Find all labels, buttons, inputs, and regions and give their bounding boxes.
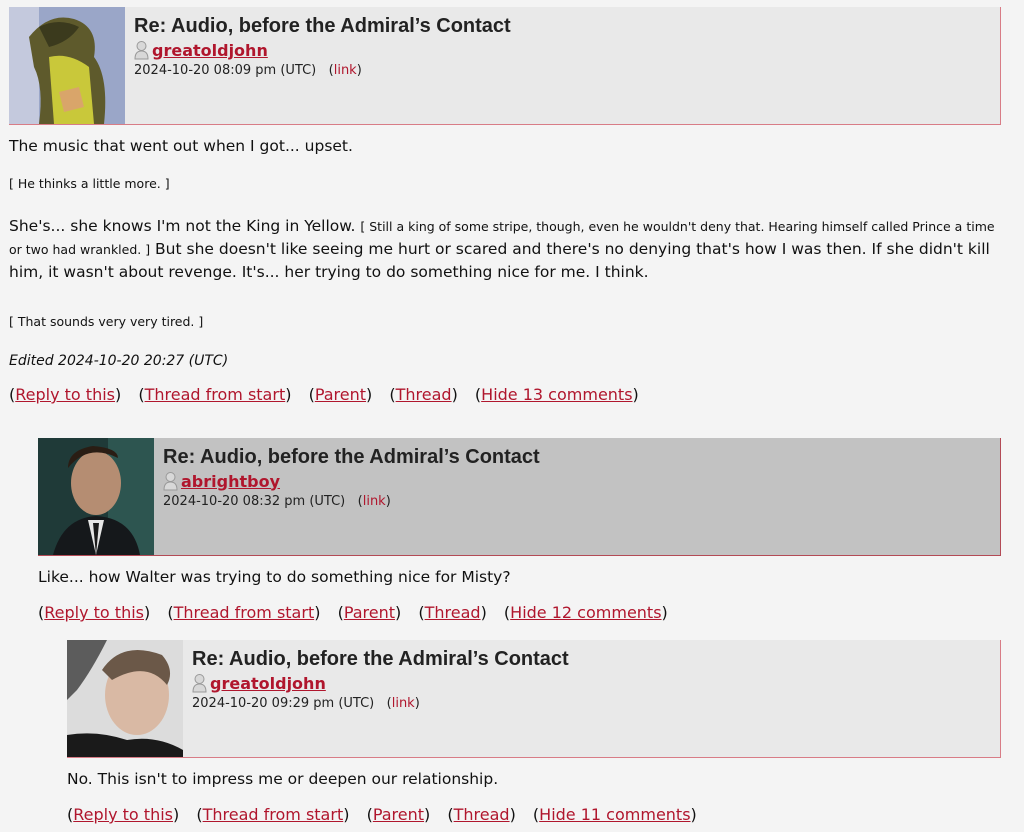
thread-link[interactable]: Thread xyxy=(425,603,481,622)
body-line: No. This isn't to impress me or deepen o… xyxy=(67,770,499,788)
date-text: 2024-10-20 08:32 pm (UTC) xyxy=(163,494,346,509)
comment-meta: Re: Audio, before the Admiral’s Contact … xyxy=(125,7,511,124)
parent-link[interactable]: Parent xyxy=(315,385,366,404)
avatar[interactable] xyxy=(38,438,154,555)
avatar[interactable] xyxy=(9,7,125,124)
avatar[interactable] xyxy=(67,640,183,757)
comment-actions: (Reply to this) (Thread from start) (Par… xyxy=(9,385,639,404)
comment-actions: (Reply to this) (Thread from start) (Par… xyxy=(38,603,668,622)
comment-actions: (Reply to this) (Thread from start) (Par… xyxy=(67,805,697,824)
permalink[interactable]: link xyxy=(392,696,415,711)
para-start: She's... she knows I'm not the King in Y… xyxy=(9,217,356,235)
hide-comments-link[interactable]: Hide 11 comments xyxy=(539,805,690,824)
body-line: Like... how Walter was trying to do some… xyxy=(38,568,511,586)
comment-date: 2024-10-20 09:29 pm (UTC) (link) xyxy=(192,696,420,711)
parent-link[interactable]: Parent xyxy=(344,603,395,622)
comment-date: 2024-10-20 08:09 pm (UTC) (link) xyxy=(134,63,362,78)
comment-header: Re: Audio, before the Admiral’s Contact … xyxy=(9,7,1001,125)
comment-meta: Re: Audio, before the Admiral’s Contact … xyxy=(154,438,540,555)
hide-comments-link[interactable]: Hide 13 comments xyxy=(481,385,632,404)
edited-note: Edited 2024-10-20 20:27 (UTC) xyxy=(9,353,229,369)
thread-from-start-link[interactable]: Thread from start xyxy=(203,805,344,824)
parent-link[interactable]: Parent xyxy=(373,805,424,824)
thread-link[interactable]: Thread xyxy=(454,805,510,824)
username-link[interactable]: greatoldjohn xyxy=(152,41,268,60)
permalink[interactable]: link xyxy=(363,494,386,509)
user-icon xyxy=(163,471,178,491)
reply-link[interactable]: Reply to this xyxy=(44,603,144,622)
user-icon xyxy=(192,673,207,693)
thread-from-start-link[interactable]: Thread from start xyxy=(174,603,315,622)
comment-subject: Re: Audio, before the Admiral’s Contact xyxy=(163,446,540,468)
comment-header: Re: Audio, before the Admiral’s Contact … xyxy=(38,438,1001,556)
comment-3: Re: Audio, before the Admiral’s Contact … xyxy=(67,640,1001,826)
permalink[interactable]: link xyxy=(334,63,357,78)
body-aside: [ He thinks a little more. ] xyxy=(9,176,170,191)
comment-1: Re: Audio, before the Admiral’s Contact … xyxy=(9,7,1001,406)
date-text: 2024-10-20 08:09 pm (UTC) xyxy=(134,63,317,78)
comment-header: Re: Audio, before the Admiral’s Contact … xyxy=(67,640,1001,758)
para-end: But she doesn't like seeing me hurt or s… xyxy=(9,240,990,281)
user-icon xyxy=(134,40,149,60)
comment-meta: Re: Audio, before the Admiral’s Contact … xyxy=(183,640,569,757)
thread-from-start-link[interactable]: Thread from start xyxy=(145,385,286,404)
username-link[interactable]: abrightboy xyxy=(181,472,280,491)
body-paragraph: She's... she knows I'm not the King in Y… xyxy=(9,215,1001,284)
comment-2: Re: Audio, before the Admiral’s Contact … xyxy=(38,438,1001,624)
comment-body: No. This isn't to impress me or deepen o… xyxy=(67,768,1001,826)
body-aside: [ That sounds very very tired. ] xyxy=(9,314,204,329)
reply-link[interactable]: Reply to this xyxy=(15,385,115,404)
comment-subject: Re: Audio, before the Admiral’s Contact xyxy=(134,15,511,37)
comment-body: Like... how Walter was trying to do some… xyxy=(38,566,1001,624)
body-line: The music that went out when I got... up… xyxy=(9,137,353,155)
date-text: 2024-10-20 09:29 pm (UTC) xyxy=(192,696,375,711)
comment-subject: Re: Audio, before the Admiral’s Contact xyxy=(192,648,569,670)
reply-link[interactable]: Reply to this xyxy=(73,805,173,824)
hide-comments-link[interactable]: Hide 12 comments xyxy=(510,603,661,622)
comment-date: 2024-10-20 08:32 pm (UTC) (link) xyxy=(163,494,391,509)
thread-link[interactable]: Thread xyxy=(396,385,452,404)
comment-body: The music that went out when I got... up… xyxy=(9,135,1001,406)
username-link[interactable]: greatoldjohn xyxy=(210,674,326,693)
